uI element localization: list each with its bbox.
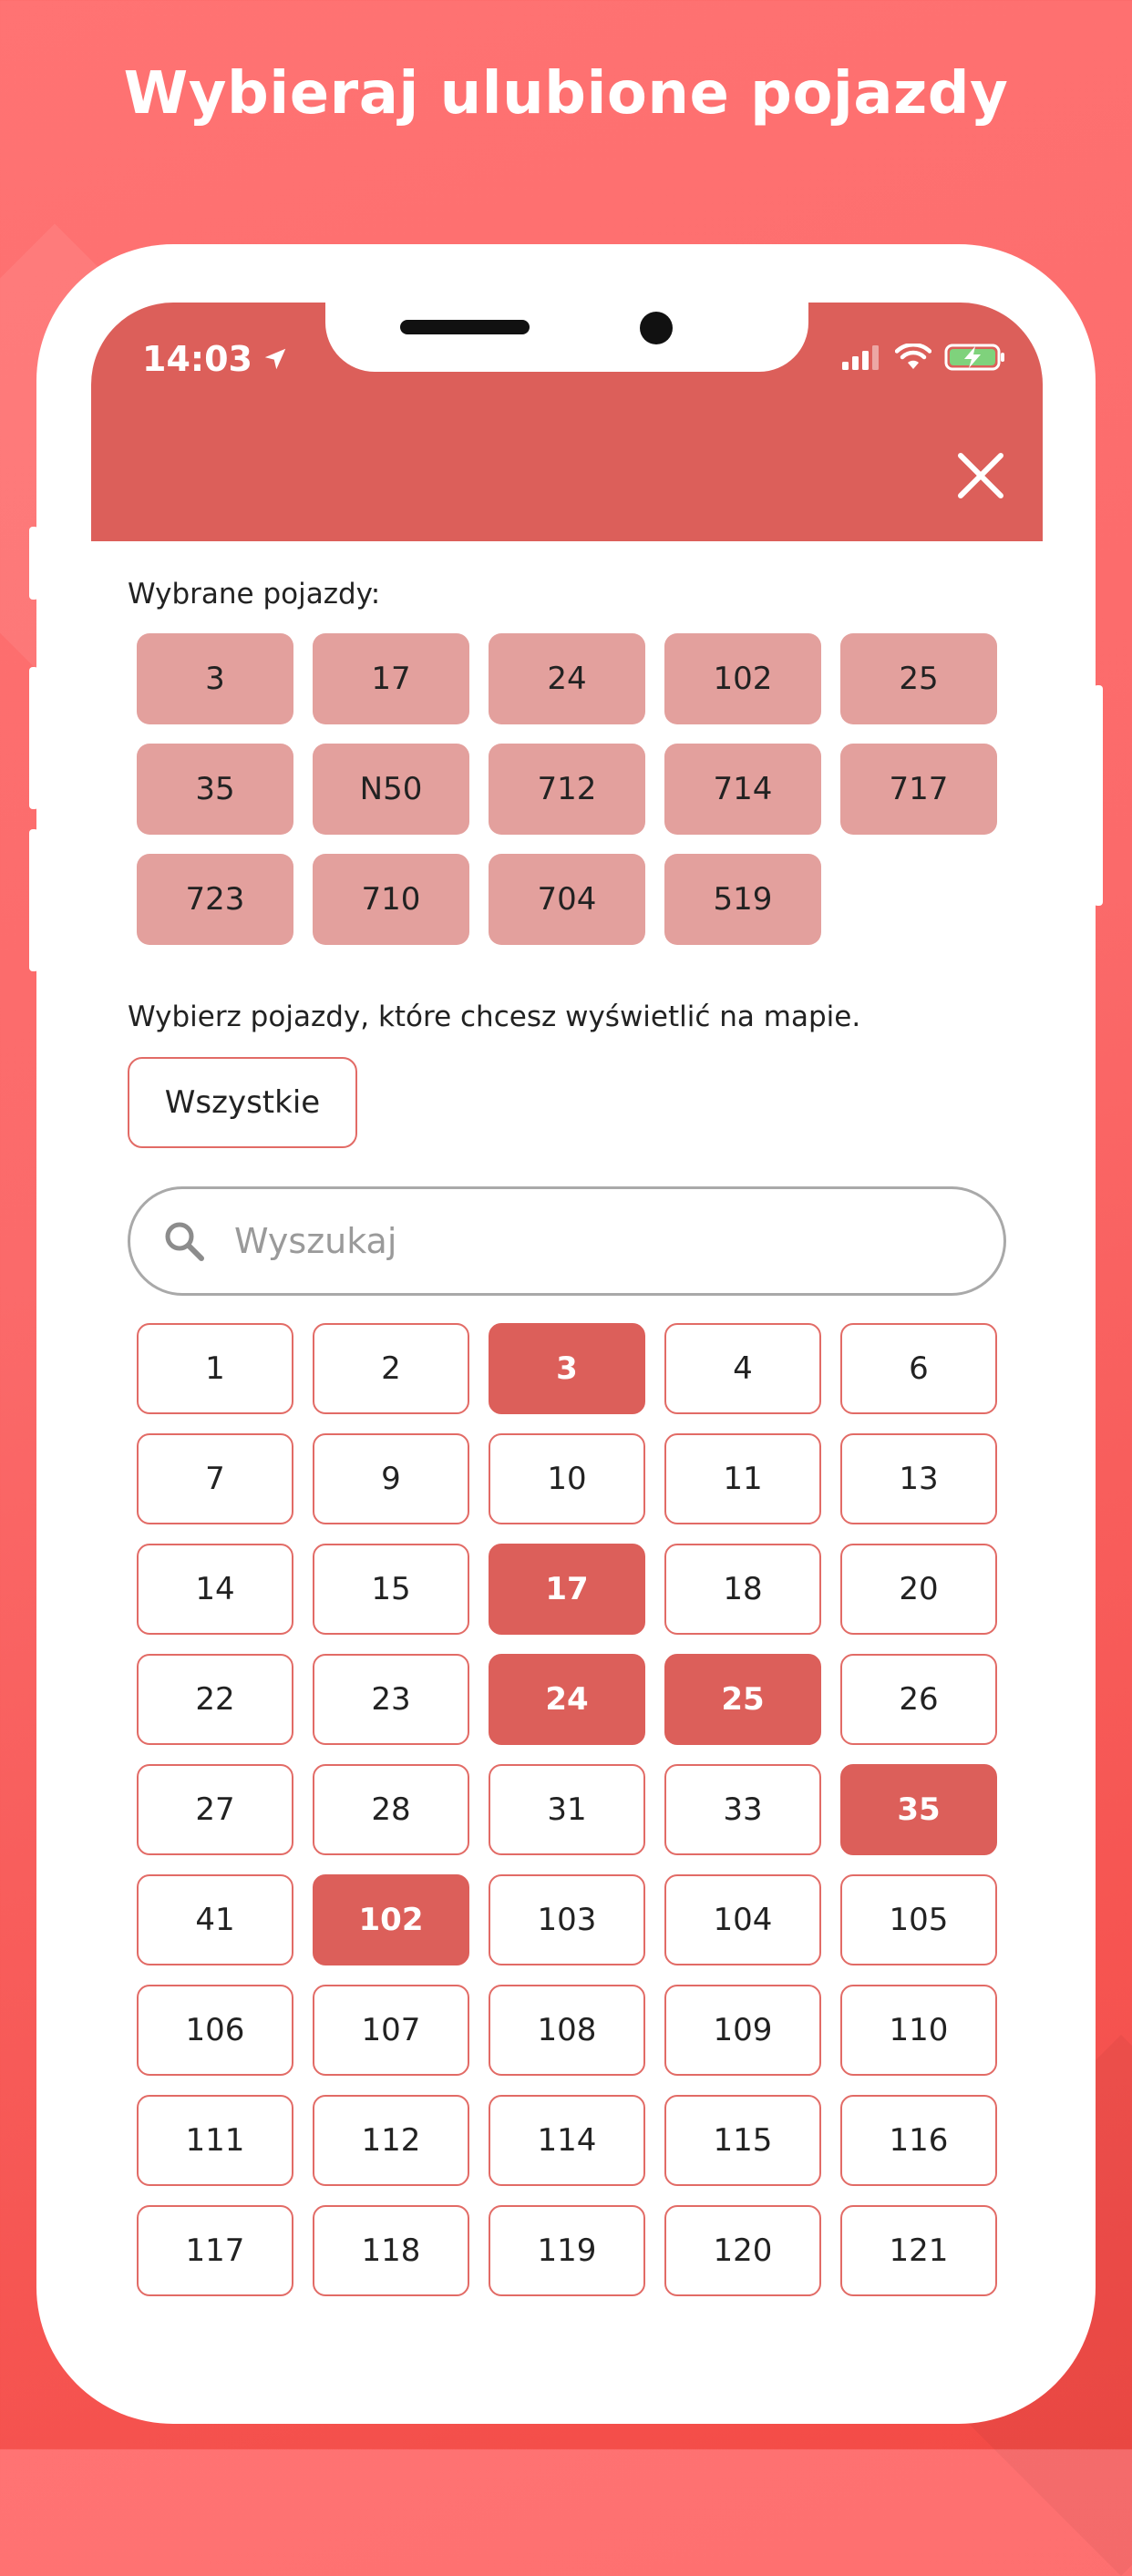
vehicle-chip[interactable]: 13 [840, 1433, 997, 1524]
vehicle-chip[interactable]: 1 [137, 1323, 293, 1414]
vehicle-chip[interactable]: 18 [664, 1544, 821, 1635]
vehicle-chip[interactable]: 103 [489, 1874, 645, 1965]
vehicle-chip[interactable]: 118 [313, 2205, 469, 2296]
vehicle-chip[interactable]: 110 [840, 1985, 997, 2076]
vehicle-chip[interactable]: 23 [313, 1654, 469, 1745]
vehicle-chip[interactable]: 116 [840, 2095, 997, 2186]
vehicle-chip[interactable]: 22 [137, 1654, 293, 1745]
app-header: 14:03 [91, 303, 1043, 541]
status-icons [842, 343, 1006, 372]
vehicle-chip[interactable]: 27 [137, 1764, 293, 1855]
battery-charging-icon [944, 344, 1004, 371]
selected-vehicle-chip[interactable]: 24 [489, 633, 645, 724]
vehicle-chip[interactable]: 14 [137, 1544, 293, 1635]
vehicle-chip[interactable]: 106 [137, 1985, 293, 2076]
vehicle-chip[interactable]: 2 [313, 1323, 469, 1414]
picker-instruction: Wybierz pojazdy, które chcesz wyświetlić… [128, 1001, 861, 1033]
vehicle-chip[interactable]: 115 [664, 2095, 821, 2186]
vehicle-chip[interactable]: 3 [489, 1323, 645, 1414]
selected-vehicle-chip[interactable]: 25 [840, 633, 997, 724]
vehicle-chip[interactable]: 105 [840, 1874, 997, 1965]
close-button[interactable] [955, 450, 1006, 501]
selected-vehicle-chip[interactable]: 710 [313, 854, 469, 945]
vehicle-chip[interactable]: 102 [313, 1874, 469, 1965]
vehicle-chip[interactable]: 119 [489, 2205, 645, 2296]
selected-vehicle-chip[interactable]: 712 [489, 744, 645, 835]
vehicle-chip[interactable]: 117 [137, 2205, 293, 2296]
vehicle-chip[interactable]: 41 [137, 1874, 293, 1965]
vehicle-chip[interactable]: 104 [664, 1874, 821, 1965]
vehicle-chip[interactable]: 112 [313, 2095, 469, 2186]
selected-vehicle-chip[interactable]: 723 [137, 854, 293, 945]
status-time-text: 14:03 [142, 339, 252, 379]
vehicle-chip[interactable]: 108 [489, 1985, 645, 2076]
app-screen: 14:03 Wybrane pojazdy: 3 17 24 102 25 35… [91, 303, 1043, 2325]
vehicle-chip[interactable]: 9 [313, 1433, 469, 1524]
search-icon [165, 1222, 204, 1261]
vehicle-chip[interactable]: 17 [489, 1544, 645, 1635]
vehicle-chip[interactable]: 7 [137, 1433, 293, 1524]
vehicle-chip[interactable]: 25 [664, 1654, 821, 1745]
vehicle-chip[interactable]: 26 [840, 1654, 997, 1745]
selected-vehicle-chip[interactable]: 704 [489, 854, 645, 945]
vehicle-chip[interactable]: 6 [840, 1323, 997, 1414]
vehicle-chip[interactable]: 28 [313, 1764, 469, 1855]
vehicle-chip[interactable]: 4 [664, 1323, 821, 1414]
vehicle-chip[interactable]: 35 [840, 1764, 997, 1855]
selected-vehicle-chip[interactable]: 35 [137, 744, 293, 835]
vehicle-grid: 1 2 3 4 6 7 9 10 11 13 14 15 17 18 20 22 23 24 25 26 27 28 31 3… [137, 1323, 997, 2296]
vehicle-chip[interactable]: 33 [664, 1764, 821, 1855]
selected-vehicles-grid: 3 17 24 102 25 35 N50 712 714 717 723 710 704 519 [137, 633, 997, 945]
selected-vehicle-chip[interactable]: N50 [313, 744, 469, 835]
vehicle-chip[interactable]: 120 [664, 2205, 821, 2296]
selected-vehicle-chip[interactable]: 102 [664, 633, 821, 724]
vehicle-chip[interactable]: 24 [489, 1654, 645, 1745]
search-bar [128, 1186, 1006, 1296]
vehicle-chip[interactable]: 111 [137, 2095, 293, 2186]
phone-notch [325, 303, 808, 372]
vehicle-chip[interactable]: 107 [313, 1985, 469, 2076]
selected-vehicle-chip[interactable]: 3 [137, 633, 293, 724]
phone-speaker [400, 320, 530, 334]
vehicle-chip[interactable]: 20 [840, 1544, 997, 1635]
selected-vehicle-chip[interactable]: 17 [313, 633, 469, 724]
selected-vehicle-chip[interactable]: 717 [840, 744, 997, 835]
select-all-button[interactable]: Wszystkie [128, 1057, 357, 1148]
vehicle-chip[interactable]: 15 [313, 1544, 469, 1635]
vehicle-chip[interactable]: 114 [489, 2095, 645, 2186]
vehicle-chip[interactable]: 109 [664, 1985, 821, 2076]
search-input[interactable] [232, 1220, 874, 1262]
selected-vehicle-chip[interactable]: 714 [664, 744, 821, 835]
vehicle-chip[interactable]: 121 [840, 2205, 997, 2296]
wifi-icon [895, 344, 931, 369]
selected-vehicles-label: Wybrane pojazdy: [128, 578, 381, 611]
status-time: 14:03 [142, 339, 289, 379]
vehicle-chip[interactable]: 10 [489, 1433, 645, 1524]
selected-vehicle-chip[interactable]: 519 [664, 854, 821, 945]
phone-camera [640, 312, 673, 344]
vehicle-chip[interactable]: 11 [664, 1433, 821, 1524]
vehicle-chip[interactable]: 31 [489, 1764, 645, 1855]
signal-icon [842, 345, 879, 370]
location-arrow-icon [264, 348, 286, 370]
promo-title: Wybieraj ulubione pojazdy [123, 60, 1009, 128]
